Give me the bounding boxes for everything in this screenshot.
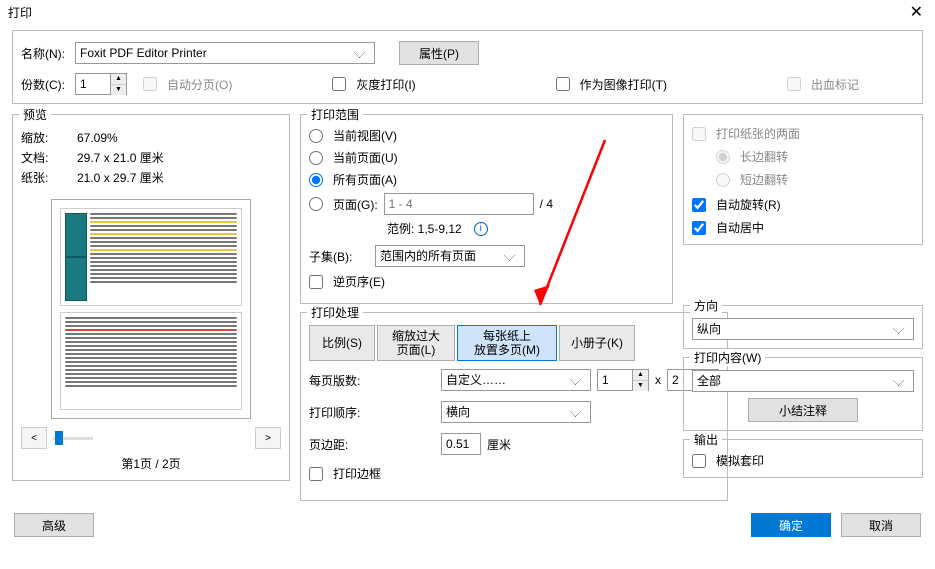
next-page-button[interactable]: > <box>255 427 281 449</box>
content-select[interactable]: 全部 <box>692 370 914 392</box>
reverse-order-checkbox[interactable] <box>309 275 323 289</box>
advanced-button[interactable]: 高级 <box>14 513 94 537</box>
print-handling-title: 打印处理 <box>307 304 363 321</box>
orientation-group: 方向 纵向 <box>683 305 923 349</box>
simulate-overprint-label: 模拟套印 <box>716 452 764 469</box>
short-edge-radio <box>716 173 730 187</box>
grayscale-checkbox[interactable] <box>332 77 346 91</box>
preview-title: 预览 <box>19 106 51 123</box>
orientation-title: 方向 <box>690 297 722 314</box>
subset-select[interactable]: 范围内的所有页面 <box>375 245 525 267</box>
cols-spinner[interactable]: ▲▼ <box>597 369 649 391</box>
dialog-title: 打印 <box>8 4 32 21</box>
print-border-checkbox[interactable] <box>309 467 323 481</box>
summarize-comments-button[interactable]: 小结注释 <box>748 398 858 422</box>
paper-value: 21.0 x 29.7 厘米 <box>77 169 164 186</box>
print-handling-group: 打印处理 比例(S) 缩放过大 页面(L) 每张纸上 放置多页(M) 小册子(K… <box>300 312 728 501</box>
margin-input[interactable] <box>441 433 481 455</box>
range-current-view-radio[interactable] <box>309 129 323 143</box>
margin-label: 页边距: <box>309 436 379 453</box>
spinner-up-icon[interactable]: ▲ <box>111 74 126 85</box>
range-example-label: 范例: 1,5-9,12 <box>387 220 462 237</box>
page-slider[interactable] <box>53 437 93 440</box>
as-image-checkbox[interactable] <box>556 77 570 91</box>
spinner-down-icon[interactable]: ▼ <box>633 381 648 391</box>
both-sides-label: 打印纸张的两面 <box>716 125 800 142</box>
properties-button[interactable]: 属性(P) <box>399 41 479 65</box>
x-label: x <box>655 373 661 387</box>
copies-label: 份数(C): <box>21 76 65 93</box>
as-image-label: 作为图像打印(T) <box>580 76 667 93</box>
paper-label: 纸张: <box>21 169 71 186</box>
doc-value: 29.7 x 21.0 厘米 <box>77 149 164 166</box>
duplex-group: 打印纸张的两面 长边翻转 短边翻转 自动旋转(R) 自动居中 <box>683 114 923 245</box>
bleed-label: 出血标记 <box>811 76 859 93</box>
collate-label: 自动分页(O) <box>167 76 232 93</box>
both-sides-checkbox <box>692 127 706 141</box>
close-icon[interactable]: ✕ <box>906 2 927 22</box>
range-pages-total: / 4 <box>540 197 553 211</box>
prev-page-button[interactable]: < <box>21 427 47 449</box>
simulate-overprint-checkbox[interactable] <box>692 454 706 468</box>
range-pages-radio[interactable] <box>309 197 323 211</box>
collate-checkbox <box>143 77 157 91</box>
ok-button[interactable]: 确定 <box>751 513 831 537</box>
printer-select[interactable]: Foxit PDF Editor Printer <box>75 42 375 64</box>
preview-group: 预览 缩放:67.09% 文档:29.7 x 21.0 厘米 纸张:21.0 x… <box>12 114 290 481</box>
long-edge-label: 长边翻转 <box>740 148 788 165</box>
tab-multi-page[interactable]: 每张纸上 放置多页(M) <box>457 325 557 361</box>
subset-label: 子集(B): <box>309 248 369 265</box>
cancel-button[interactable]: 取消 <box>841 513 921 537</box>
tab-scale[interactable]: 比例(S) <box>309 325 375 361</box>
printer-group: 名称(N): Foxit PDF Editor Printer 属性(P) 份数… <box>12 30 923 104</box>
tab-booklet[interactable]: 小册子(K) <box>559 325 635 361</box>
tab-fit[interactable]: 缩放过大 页面(L) <box>377 325 455 361</box>
range-pages-input[interactable] <box>384 193 534 215</box>
grayscale-label: 灰度打印(I) <box>356 76 415 93</box>
orientation-select[interactable]: 纵向 <box>692 318 914 340</box>
per-sheet-label: 每页版数: <box>309 372 379 389</box>
copies-spinner[interactable]: ▲▼ <box>75 73 127 95</box>
spinner-down-icon[interactable]: ▼ <box>111 85 126 95</box>
page-indicator: 第1页 / 2页 <box>21 455 281 472</box>
doc-label: 文档: <box>21 149 71 166</box>
print-content-title: 打印内容(W) <box>690 349 765 366</box>
auto-rotate-label: 自动旋转(R) <box>716 196 781 213</box>
range-current-page-label: 当前页面(U) <box>333 149 398 166</box>
cols-input[interactable] <box>598 370 632 390</box>
long-edge-radio <box>716 150 730 164</box>
info-icon[interactable]: i <box>474 222 488 236</box>
auto-center-label: 自动居中 <box>716 219 764 236</box>
margin-unit-label: 厘米 <box>487 436 511 453</box>
range-all-pages-label: 所有页面(A) <box>333 171 397 188</box>
print-range-title: 打印范围 <box>307 106 363 123</box>
reverse-order-label: 逆页序(E) <box>333 273 385 290</box>
print-content-group: 打印内容(W) 全部 小结注释 <box>683 357 923 431</box>
range-pages-label: 页面(G): <box>333 196 378 213</box>
preview-canvas <box>51 199 251 419</box>
order-label: 打印顺序: <box>309 404 379 421</box>
zoom-label: 缩放: <box>21 129 71 146</box>
per-sheet-select[interactable]: 自定义…… <box>441 369 591 391</box>
output-group: 输出 模拟套印 <box>683 439 923 478</box>
spinner-up-icon[interactable]: ▲ <box>633 370 648 381</box>
bleed-checkbox <box>787 77 801 91</box>
range-current-page-radio[interactable] <box>309 151 323 165</box>
auto-center-checkbox[interactable] <box>692 221 706 235</box>
range-current-view-label: 当前视图(V) <box>333 127 397 144</box>
range-all-pages-radio[interactable] <box>309 173 323 187</box>
print-range-group: 打印范围 当前视图(V) 当前页面(U) 所有页面(A) 页面(G): / 4 … <box>300 114 673 304</box>
copies-input[interactable] <box>76 74 110 94</box>
output-title: 输出 <box>690 431 722 448</box>
auto-rotate-checkbox[interactable] <box>692 198 706 212</box>
print-border-label: 打印边框 <box>333 465 381 482</box>
short-edge-label: 短边翻转 <box>740 171 788 188</box>
name-label: 名称(N): <box>21 45 65 62</box>
zoom-value: 67.09% <box>77 131 118 145</box>
order-select[interactable]: 横向 <box>441 401 591 423</box>
